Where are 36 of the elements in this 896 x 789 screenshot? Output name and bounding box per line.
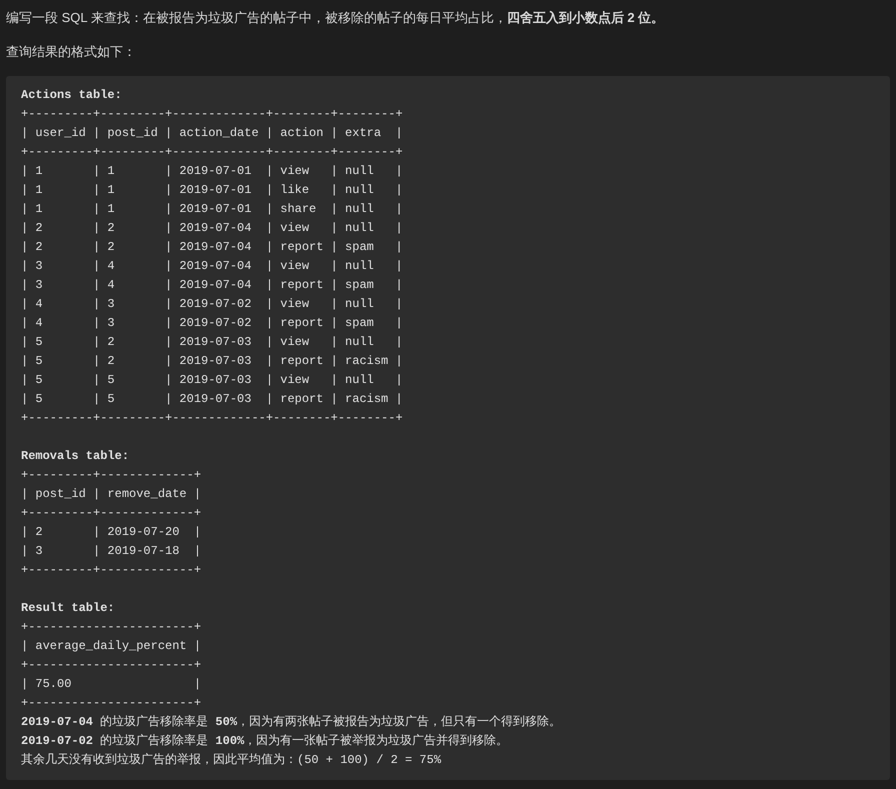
table-line: +-----------------------+ [21, 695, 202, 712]
table-line: | 3 | 4 | 2019-07-04 | view | null | [21, 258, 404, 275]
table-line: | 75.00 | [21, 676, 202, 693]
table-title: Actions table: [21, 87, 123, 104]
table-line: | 1 | 1 | 2019-07-01 | view | null | [21, 163, 404, 180]
table-line: | 1 | 1 | 2019-07-01 | share | null | [21, 201, 404, 218]
table-line: | post_id | remove_date | [21, 486, 202, 503]
table-line: | 5 | 2 | 2019-07-03 | report | racism | [21, 353, 404, 370]
table-line: | 4 | 3 | 2019-07-02 | view | null | [21, 296, 404, 313]
intro-text: 编写一段 SQL 来查找：在被报告为垃圾广告的帖子中，被移除的帖子的每日平均占比，四舍五入到小数点后 2 位。 [6, 9, 666, 27]
note-text: 2019-07-04 的垃圾广告移除率是 50%，因为有两张帖子被报告为垃圾广告，但只有一个得到移除。 [21, 714, 562, 731]
table-line: | 2 | 2 | 2019-07-04 | view | null | [21, 220, 404, 237]
table-line: | 3 | 2019-07-18 | [21, 543, 202, 560]
table-line: +---------+---------+-------------+--------+--------+ [21, 144, 404, 161]
table-line: | average_daily_percent | [21, 638, 202, 655]
table-line: +---------+---------+-------------+--------+--------+ [21, 410, 404, 427]
table-line: +---------+-------------+ [21, 505, 202, 522]
table-line: | user_id | post_id | action_date | action | extra | [21, 125, 404, 142]
table-line: +---------+---------+-------------+--------+--------+ [21, 106, 404, 123]
table-line: | 5 | 2 | 2019-07-03 | view | null | [21, 334, 404, 351]
note-text: 其余几天没有收到垃圾广告的举报，因此平均值为：(50 + 100) / 2 = 75% [21, 752, 442, 769]
table-title: Removals table: [21, 448, 130, 465]
table-line: | 5 | 5 | 2019-07-03 | view | null | [21, 372, 404, 389]
table-line: +---------+-------------+ [21, 562, 202, 579]
table-line: | 4 | 3 | 2019-07-02 | report | spam | [21, 315, 404, 332]
table-line: +---------+-------------+ [21, 467, 202, 484]
intro-text: 查询结果的格式如下： [6, 43, 137, 61]
table-line: | 5 | 5 | 2019-07-03 | report | racism | [21, 391, 404, 408]
table-line: | 2 | 2 | 2019-07-04 | report | spam | [21, 239, 404, 256]
table-line: | 3 | 4 | 2019-07-04 | report | spam | [21, 277, 404, 294]
note-text: 2019-07-02 的垃圾广告移除率是 100%，因为有一张帖子被举报为垃圾广告并得到移除。 [21, 733, 510, 750]
table-line: +-----------------------+ [21, 657, 202, 674]
table-title: Result table: [21, 600, 116, 617]
table-line: +-----------------------+ [21, 619, 202, 636]
table-line: | 2 | 2019-07-20 | [21, 524, 202, 541]
table-line: | 1 | 1 | 2019-07-01 | like | null | [21, 182, 404, 199]
